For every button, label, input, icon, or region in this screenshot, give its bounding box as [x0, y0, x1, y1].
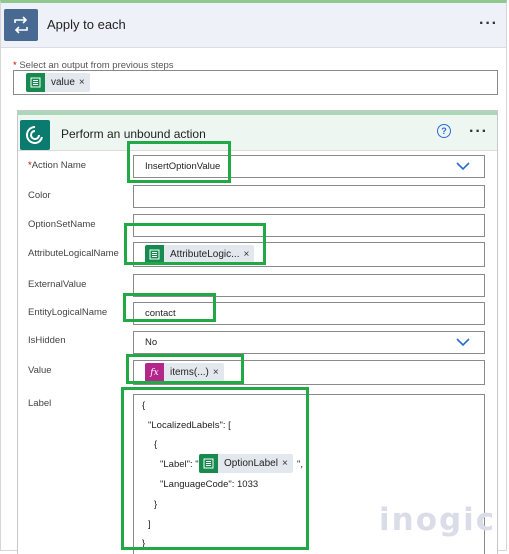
dynamics-content-icon — [26, 73, 45, 92]
more-options-icon[interactable]: ··· — [479, 15, 498, 33]
apply-to-each-header[interactable]: Apply to each ··· — [1, 3, 506, 48]
chevron-down-icon — [456, 338, 470, 347]
is-hidden-dropdown[interactable]: No — [133, 331, 485, 354]
attribute-logical-name-label: AttributeLogicalName — [28, 248, 119, 259]
action-name-label-text: Action Name — [31, 160, 87, 171]
apply-to-each-title: Apply to each — [47, 17, 126, 32]
action-title: Perform an unbound action — [61, 127, 206, 141]
dataverse-icon — [20, 120, 50, 150]
highlight-box — [126, 354, 244, 384]
select-output-input[interactable]: value × — [13, 70, 498, 95]
highlight-box — [127, 141, 231, 183]
value-token[interactable]: value × — [26, 73, 90, 92]
is-hidden-value: No — [145, 337, 158, 348]
label-field-label: Label — [28, 398, 52, 409]
action-name-label: *Action Name — [28, 160, 86, 171]
chevron-down-icon — [456, 162, 470, 171]
highlight-box — [124, 223, 266, 265]
value-label: Value — [28, 365, 52, 376]
color-input[interactable] — [133, 185, 485, 208]
action-header[interactable]: Perform an unbound action ? ··· — [18, 111, 497, 151]
highlight-box — [121, 387, 309, 550]
value-token-label: value — [51, 77, 75, 88]
color-label: Color — [28, 190, 51, 201]
is-hidden-label: IsHidden — [28, 335, 66, 346]
loop-icon — [4, 9, 38, 41]
action-more-options-icon[interactable]: ··· — [469, 123, 488, 141]
highlight-box — [123, 293, 216, 322]
remove-token-icon[interactable]: × — [79, 77, 90, 88]
inogic-watermark: inogic — [379, 502, 497, 538]
help-icon[interactable]: ? — [437, 124, 451, 138]
option-set-name-label: OptionSetName — [28, 219, 96, 230]
entity-logical-name-label: EntityLogicalName — [28, 307, 108, 318]
external-value-label: ExternalValue — [28, 279, 87, 290]
